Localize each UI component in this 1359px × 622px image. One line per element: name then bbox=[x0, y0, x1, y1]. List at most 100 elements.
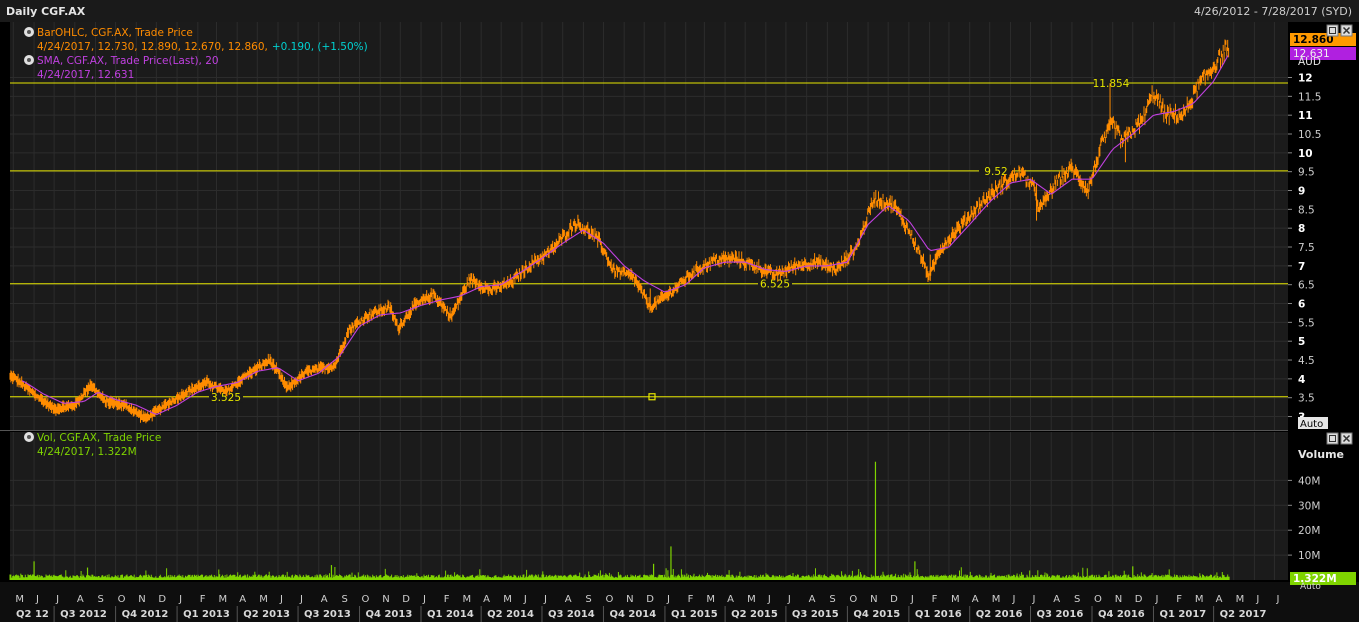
quarter-label: Q3 2012 bbox=[60, 609, 107, 620]
volume-tick-label: 10M bbox=[1298, 550, 1320, 562]
volume-legend-toggle-icon-dot bbox=[27, 435, 31, 439]
legend-toggle-icon-dot bbox=[27, 30, 31, 34]
sma-legend-title: SMA, CGF.AX, Trade Price(Last), 20 bbox=[37, 55, 219, 67]
month-label: J bbox=[422, 594, 426, 605]
volume-tick-label: 20M bbox=[1298, 525, 1320, 537]
chart-canvas: 11.8549.526.5253.525 1211.51110.5109.598… bbox=[0, 0, 1359, 622]
month-label: A bbox=[972, 594, 979, 605]
quarter-label: Q4 2016 bbox=[1098, 609, 1145, 620]
price-tick-label: 9 bbox=[1298, 186, 1305, 198]
month-label: M bbox=[15, 594, 24, 605]
month-label: A bbox=[809, 594, 816, 605]
price-legend-values: 4/24/2017, 12.730, 12.890, 12.670, 12.86… bbox=[37, 41, 268, 53]
volume-pane bbox=[10, 432, 1288, 580]
quarter-label: Q2 2015 bbox=[731, 609, 778, 620]
header-bar bbox=[0, 0, 1359, 22]
quarter-label: Q1 2013 bbox=[183, 609, 230, 620]
price-tick-label: 6 bbox=[1298, 299, 1305, 311]
price-tick-label: 5.5 bbox=[1298, 317, 1315, 329]
month-label: J bbox=[55, 594, 59, 605]
month-label: J bbox=[178, 594, 182, 605]
quarter-label: Q4 2012 bbox=[122, 609, 169, 620]
month-label: J bbox=[1032, 594, 1036, 605]
month-label: M bbox=[219, 594, 228, 605]
quarter-label: Q2 12 bbox=[16, 609, 49, 620]
price-tick-label: 4.5 bbox=[1298, 355, 1315, 367]
quarter-label: Q3 2013 bbox=[304, 609, 351, 620]
chart-title: Daily CGF.AX bbox=[6, 5, 86, 18]
month-label: F bbox=[200, 594, 206, 605]
sma-legend-values: 4/24/2017, 12.631 bbox=[37, 69, 134, 81]
volume-axis-title: Volume bbox=[1298, 448, 1344, 461]
level-label: 11.854 bbox=[1093, 78, 1130, 90]
month-label: S bbox=[98, 594, 104, 605]
quarter-label: Q1 2015 bbox=[671, 609, 718, 620]
month-label: A bbox=[239, 594, 246, 605]
quarter-label: Q3 2016 bbox=[1037, 609, 1084, 620]
volume-legend-title: Vol, CGF.AX, Trade Price bbox=[37, 432, 161, 444]
month-label: N bbox=[626, 594, 633, 605]
month-label: J bbox=[666, 594, 670, 605]
price-tick-label: 12 bbox=[1298, 73, 1313, 85]
month-label: J bbox=[767, 594, 771, 605]
month-label: M bbox=[503, 594, 512, 605]
quarter-label: Q2 2014 bbox=[487, 609, 534, 620]
quarter-label: Q1 2014 bbox=[427, 609, 474, 620]
maximize-pane-icon[interactable] bbox=[1326, 24, 1339, 37]
month-label: D bbox=[402, 594, 410, 605]
date-range: 4/26/2012 - 7/28/2017 (SYD) bbox=[1194, 5, 1352, 18]
month-label: J bbox=[910, 594, 914, 605]
month-label: S bbox=[585, 594, 591, 605]
month-label: J bbox=[279, 594, 283, 605]
month-label: F bbox=[1176, 594, 1182, 605]
month-label: J bbox=[543, 594, 547, 605]
month-label: M bbox=[259, 594, 268, 605]
quarter-label: Q3 2015 bbox=[792, 609, 839, 620]
month-label: S bbox=[829, 594, 835, 605]
month-label: M bbox=[951, 594, 960, 605]
price-tick-label: 5 bbox=[1298, 336, 1305, 348]
month-label: J bbox=[299, 594, 303, 605]
month-label: N bbox=[1115, 594, 1122, 605]
maximize-volume-pane-icon[interactable] bbox=[1326, 432, 1339, 445]
quarter-label: Q2 2013 bbox=[243, 609, 290, 620]
month-label: F bbox=[688, 594, 694, 605]
quarter-label: Q1 2017 bbox=[1159, 609, 1206, 620]
month-label: A bbox=[565, 594, 572, 605]
month-label: A bbox=[727, 594, 734, 605]
price-tick-label: 8 bbox=[1298, 223, 1305, 235]
month-label: J bbox=[1275, 594, 1279, 605]
month-label: D bbox=[1135, 594, 1143, 605]
price-tick-label: 6.5 bbox=[1298, 280, 1315, 292]
price-legend-change: +0.190, (+1.50%) bbox=[272, 41, 368, 53]
price-tick-label: 4 bbox=[1298, 374, 1305, 386]
month-label: N bbox=[138, 594, 145, 605]
level-label: 6.525 bbox=[760, 279, 790, 291]
quarter-label: Q4 2013 bbox=[366, 609, 413, 620]
month-label: A bbox=[77, 594, 84, 605]
sma-legend-toggle-icon-dot bbox=[27, 58, 31, 62]
price-tick-label: 3.5 bbox=[1298, 393, 1315, 405]
month-label: D bbox=[158, 594, 166, 605]
price-tick-label: 11.5 bbox=[1298, 91, 1321, 103]
month-label: M bbox=[747, 594, 756, 605]
quarter-label: Q2 2016 bbox=[976, 609, 1023, 620]
month-label: M bbox=[706, 594, 715, 605]
month-label: A bbox=[1216, 594, 1223, 605]
month-label: S bbox=[1074, 594, 1080, 605]
month-label: J bbox=[787, 594, 791, 605]
month-label: O bbox=[362, 594, 370, 605]
month-label: J bbox=[523, 594, 527, 605]
month-label: A bbox=[321, 594, 328, 605]
month-label: D bbox=[890, 594, 898, 605]
quarter-label: Q3 2014 bbox=[548, 609, 595, 620]
price-tick-label: 11 bbox=[1298, 110, 1313, 122]
month-label: D bbox=[646, 594, 654, 605]
month-label: N bbox=[870, 594, 877, 605]
price-tick-label: 9.5 bbox=[1298, 167, 1315, 179]
volume-auto-label: Auto bbox=[1300, 582, 1321, 592]
quarter-label: Q1 2016 bbox=[915, 609, 962, 620]
quarter-label: Q4 2015 bbox=[853, 609, 900, 620]
month-label: S bbox=[341, 594, 347, 605]
price-tick-label: 7.5 bbox=[1298, 242, 1315, 254]
